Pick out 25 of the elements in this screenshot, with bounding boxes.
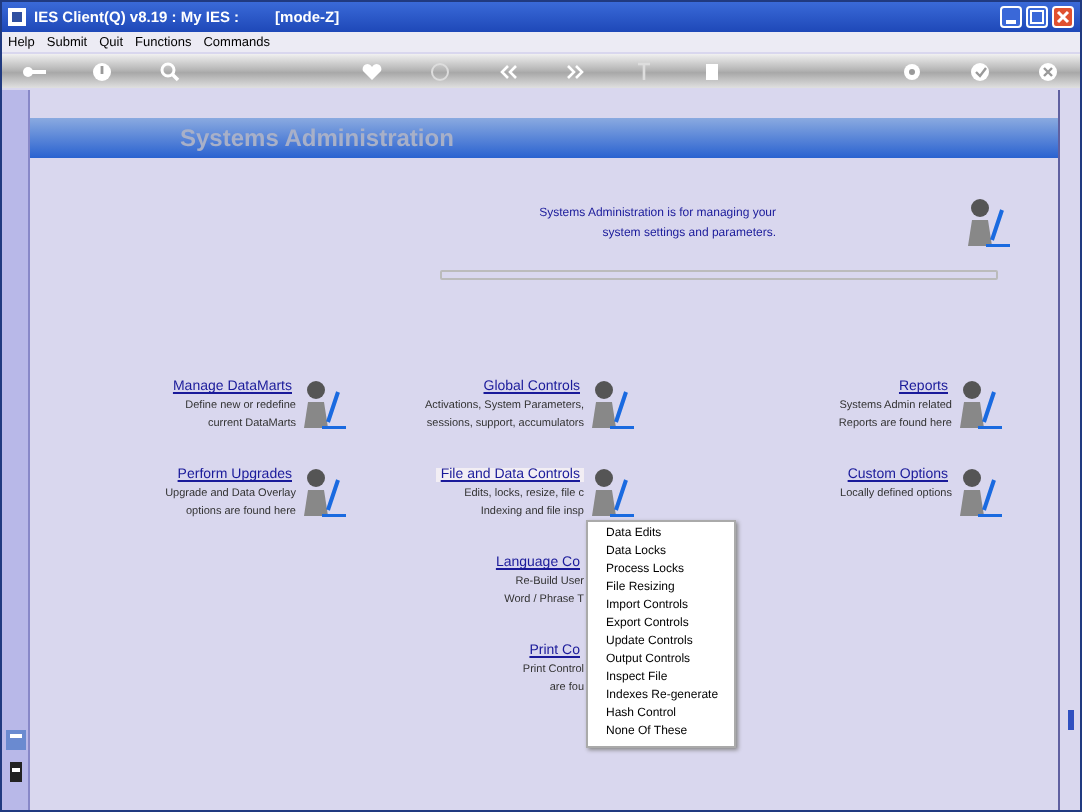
person-writing-icon bbox=[302, 380, 346, 432]
key-icon[interactable] bbox=[22, 61, 46, 81]
circle-icon[interactable] bbox=[427, 61, 451, 81]
app-icon bbox=[8, 8, 26, 26]
maximize-button[interactable] bbox=[1026, 6, 1048, 28]
page-title: Systems Administration bbox=[180, 124, 454, 152]
forward-icon[interactable] bbox=[563, 61, 587, 81]
maximize-icon bbox=[1030, 10, 1044, 24]
heart-icon[interactable] bbox=[359, 61, 383, 81]
person-writing-icon bbox=[302, 468, 346, 520]
back-icon[interactable] bbox=[495, 61, 519, 81]
search-icon[interactable] bbox=[158, 61, 182, 81]
person-writing-icon bbox=[958, 380, 1002, 432]
close-icon[interactable] bbox=[1036, 61, 1060, 81]
close-button[interactable] bbox=[1052, 6, 1074, 28]
panel-icon[interactable] bbox=[5, 730, 25, 750]
check-icon[interactable] bbox=[968, 61, 992, 81]
person-writing-icon bbox=[966, 198, 1010, 250]
help-icon[interactable] bbox=[90, 61, 114, 81]
minimize-button[interactable] bbox=[1000, 6, 1022, 28]
close-icon bbox=[1056, 10, 1070, 24]
person-writing-icon bbox=[590, 468, 634, 520]
scroll-thumb[interactable] bbox=[1067, 710, 1073, 730]
person-writing-icon bbox=[590, 380, 634, 432]
person-writing-icon bbox=[958, 468, 1002, 520]
